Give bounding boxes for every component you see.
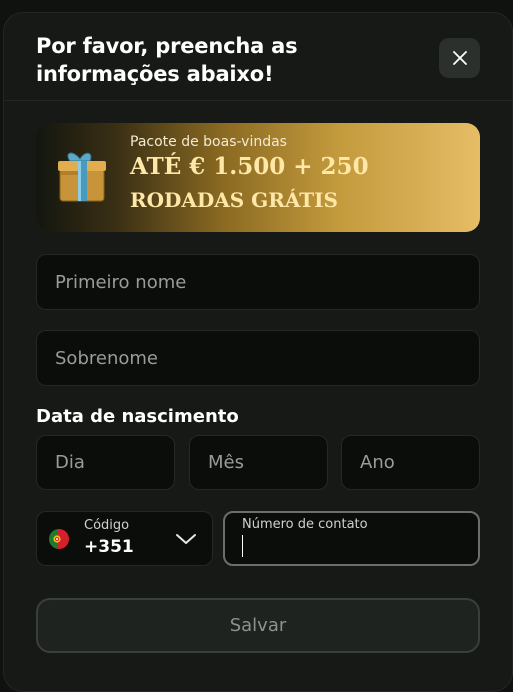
month-placeholder: Mês <box>208 452 244 473</box>
country-code-label: Código <box>84 518 130 533</box>
chevron-down-icon <box>176 534 196 544</box>
save-button[interactable]: Salvar <box>36 598 480 653</box>
dialog-title: Por favor, preencha as informações abaix… <box>36 34 298 86</box>
country-code-value: +351 <box>84 537 134 557</box>
last-name-input[interactable]: Sobrenome <box>36 330 480 386</box>
first-name-input[interactable]: Primeiro nome <box>36 254 480 310</box>
banner-free-spins: RODADAS GRÁTIS <box>130 188 338 212</box>
birth-year-input[interactable]: Ano <box>341 435 480 490</box>
banner-bonus-amount: ATÉ € 1.500 + 250 <box>130 153 369 180</box>
close-icon <box>452 51 467 65</box>
registration-dialog: Por favor, preencha as informações abaix… <box>3 12 513 692</box>
birth-date-label: Data de nascimento <box>36 406 239 427</box>
phone-number-input[interactable]: Número de contato <box>223 511 480 566</box>
country-code-select[interactable]: Código +351 <box>36 511 213 566</box>
text-cursor <box>242 535 243 557</box>
last-name-placeholder: Sobrenome <box>55 347 158 369</box>
day-placeholder: Dia <box>55 452 85 473</box>
welcome-bonus-banner: Pacote de boas-vindas ATÉ € 1.500 + 250 … <box>36 123 480 232</box>
first-name-placeholder: Primeiro nome <box>55 271 187 293</box>
birth-day-input[interactable]: Dia <box>36 435 175 490</box>
close-button[interactable] <box>439 38 480 78</box>
year-placeholder: Ano <box>360 452 395 473</box>
gift-icon <box>58 152 106 202</box>
dialog-header: Por favor, preencha as informações abaix… <box>4 13 513 101</box>
birth-month-input[interactable]: Mês <box>189 435 328 490</box>
banner-subtitle: Pacote de boas-vindas <box>130 134 287 150</box>
phone-number-label: Número de contato <box>242 517 368 532</box>
portugal-flag-icon <box>49 529 69 549</box>
